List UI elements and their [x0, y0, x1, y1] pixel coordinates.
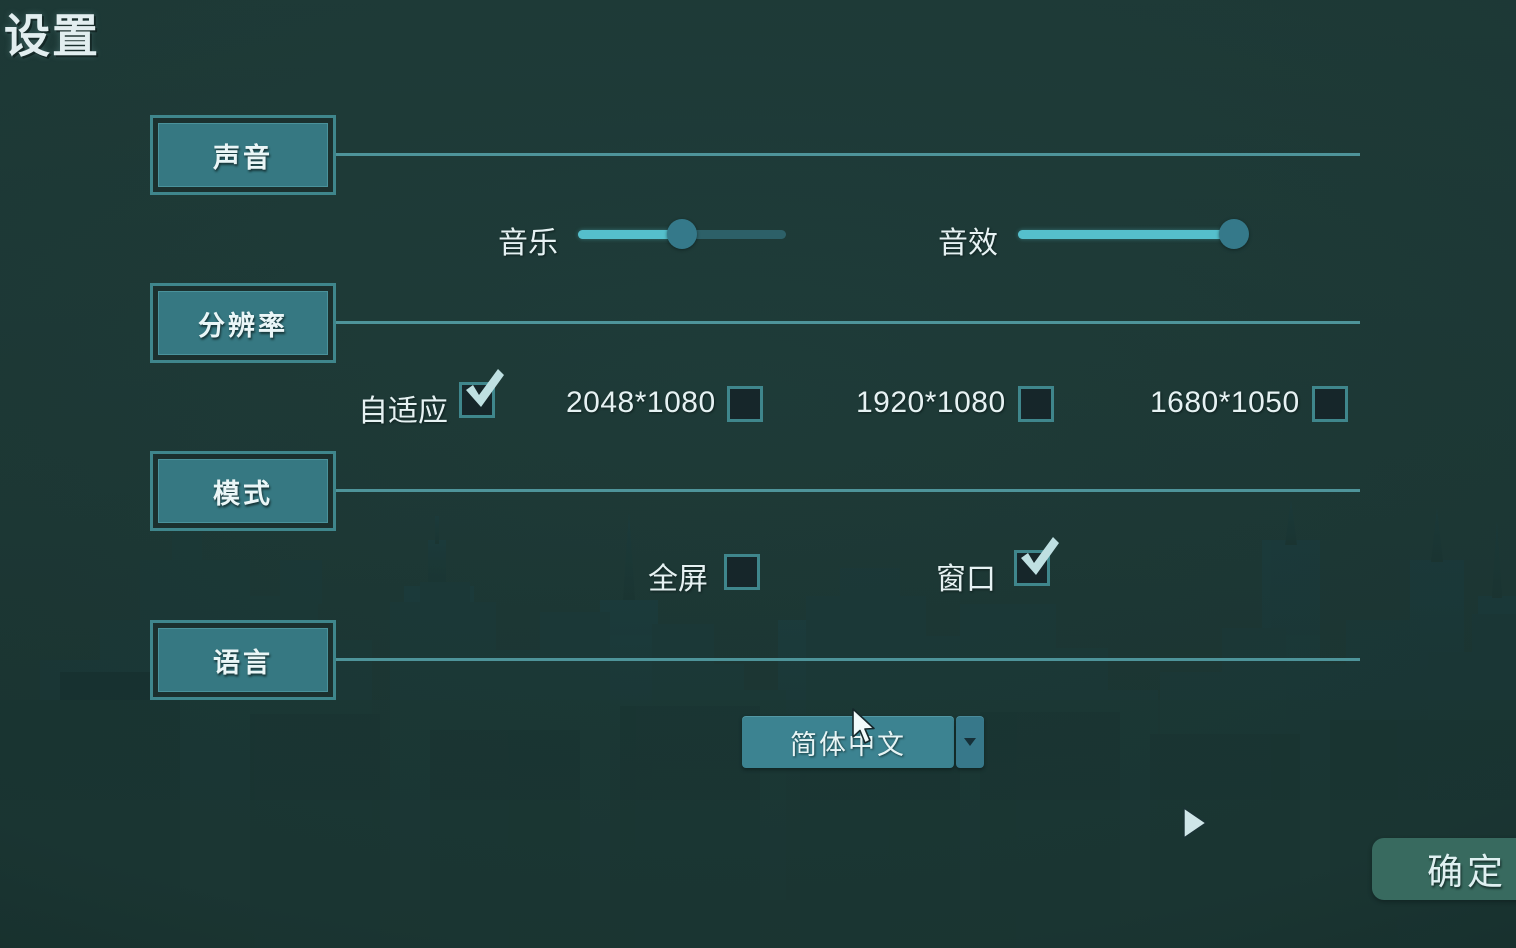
sfx-slider-knob[interactable] — [1219, 219, 1249, 249]
resolution-checkbox-2048x1080[interactable] — [727, 386, 763, 422]
section-divider-resolution — [336, 321, 1360, 324]
settings-screen: 设置 声音 音乐 音效 分辨率 自适应 2048*1080 1920*1080 … — [0, 0, 1516, 948]
check-icon — [466, 369, 504, 407]
music-volume-slider[interactable] — [578, 219, 786, 249]
section-button-sound-inner: 声音 — [158, 123, 328, 187]
mode-option-label-windowed: 窗口 — [936, 563, 996, 596]
music-volume-label: 音乐 — [498, 227, 558, 260]
confirm-button-label: 确定 — [1426, 852, 1507, 892]
mode-option-label-fullscreen: 全屏 — [648, 563, 708, 596]
chevron-down-icon — [964, 738, 976, 746]
sfx-slider-fill — [1018, 230, 1234, 239]
language-dropdown-arrow-button[interactable] — [956, 716, 984, 768]
section-label-resolution: 分辨率 — [198, 310, 288, 341]
section-label-language: 语言 — [213, 647, 273, 678]
section-button-resolution-inner: 分辨率 — [158, 291, 328, 355]
section-button-mode-inner: 模式 — [158, 459, 328, 523]
resolution-option-label-3: 1680*1050 — [1150, 386, 1300, 419]
resolution-checkbox-adaptive[interactable] — [459, 369, 504, 418]
section-divider-mode — [336, 489, 1360, 492]
music-slider-knob[interactable] — [667, 219, 697, 249]
mode-checkbox-fullscreen[interactable] — [724, 554, 760, 590]
sfx-volume-slider[interactable] — [1018, 219, 1249, 249]
resolution-checkbox-1920x1080[interactable] — [1018, 386, 1054, 422]
language-dropdown-field[interactable]: 简体中文 — [742, 716, 954, 768]
section-button-language-inner: 语言 — [158, 628, 328, 692]
section-button-language[interactable]: 语言 — [150, 620, 336, 700]
section-divider-language — [336, 658, 1360, 661]
confirm-button[interactable]: 确定 — [1372, 838, 1516, 900]
resolution-checkbox-1680x1050[interactable] — [1312, 386, 1348, 422]
section-button-mode[interactable]: 模式 — [150, 451, 336, 531]
section-label-sound: 声音 — [213, 142, 273, 173]
sfx-volume-label: 音效 — [938, 227, 998, 260]
section-button-resolution[interactable]: 分辨率 — [150, 283, 336, 363]
check-icon — [1021, 537, 1059, 575]
resolution-option-label-2: 1920*1080 — [856, 386, 1006, 419]
resolution-option-label-0: 自适应 — [358, 395, 448, 428]
section-button-sound[interactable]: 声音 — [150, 115, 336, 195]
play-arrow-cursor-icon — [1183, 807, 1207, 839]
section-label-mode: 模式 — [213, 478, 273, 509]
language-dropdown[interactable]: 简体中文 — [742, 716, 984, 768]
page-title: 设置 — [4, 11, 100, 62]
mode-checkbox-windowed[interactable] — [1014, 537, 1059, 586]
section-divider-sound — [336, 153, 1360, 156]
language-selected-value: 简体中文 — [790, 729, 906, 760]
resolution-option-label-1: 2048*1080 — [566, 386, 716, 419]
